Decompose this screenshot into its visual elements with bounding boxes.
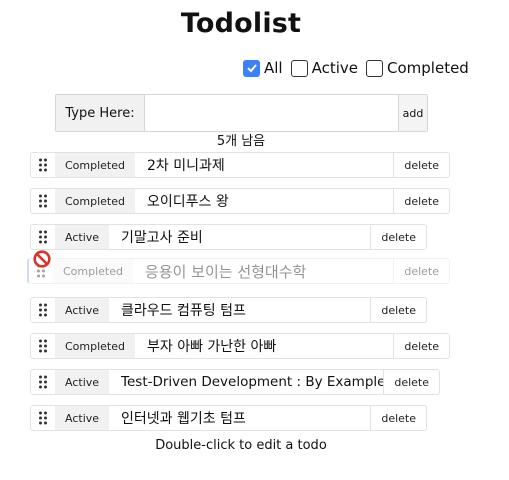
check-icon	[246, 64, 257, 73]
todo-text[interactable]: 기말고사 준비	[109, 227, 370, 247]
todo-status-toggle[interactable]: Active	[55, 406, 110, 430]
todo-status-toggle[interactable]: Completed	[53, 259, 133, 283]
todo-status-toggle[interactable]: Active	[55, 298, 110, 322]
new-todo-form: Type Here: add	[55, 94, 428, 132]
todo-item[interactable]: Active 클라우드 컴퓨팅 텀프 delete	[30, 297, 427, 323]
filter-all-checkbox[interactable]	[243, 59, 260, 77]
delete-button[interactable]: delete	[370, 406, 426, 430]
filter-active-label: Active	[311, 59, 359, 77]
todo-item-dragging[interactable]: Completed 응용이 보이는 선형대수학 delete	[27, 258, 450, 284]
todo-item[interactable]: Active 기말고사 준비 delete	[30, 224, 427, 250]
todo-item[interactable]: Active 인터넷과 웹기초 텀프 delete	[30, 405, 427, 431]
filter-completed-label: Completed	[387, 59, 469, 77]
filter-completed[interactable]: Completed	[366, 59, 469, 77]
todo-item[interactable]: Active Test-Driven Development : By Exam…	[30, 369, 440, 395]
filter-all-label: All	[264, 59, 283, 77]
todo-item[interactable]: Completed 오이디푸스 왕 delete	[30, 188, 450, 214]
no-drop-icon	[33, 250, 51, 268]
todo-text[interactable]: 응용이 보이는 선형대수학	[133, 261, 393, 282]
add-button[interactable]: add	[398, 95, 427, 131]
filter-active-checkbox[interactable]	[290, 59, 308, 77]
todo-status-toggle[interactable]: Completed	[55, 153, 135, 177]
filter-all[interactable]: All	[243, 59, 283, 77]
filter-active[interactable]: Active	[290, 59, 359, 77]
delete-button[interactable]: delete	[393, 153, 449, 177]
input-label: Type Here:	[56, 95, 145, 131]
todo-item[interactable]: Completed 2차 미니과제 delete	[30, 152, 450, 178]
app-title: Todolist	[180, 8, 302, 39]
drag-handle-icon[interactable]	[31, 153, 55, 177]
delete-button[interactable]: delete	[393, 259, 449, 283]
todo-status-toggle[interactable]: Completed	[55, 189, 135, 213]
todo-item[interactable]: Completed 부자 아빠 가난한 아빠 delete	[30, 333, 450, 359]
todo-text[interactable]: 인터넷과 웹기초 텀프	[109, 408, 370, 428]
drag-handle-icon[interactable]	[31, 370, 55, 394]
todo-status-toggle[interactable]: Completed	[55, 334, 135, 358]
delete-button[interactable]: delete	[370, 225, 426, 249]
drag-handle-icon[interactable]	[31, 225, 55, 249]
todo-text[interactable]: 부자 아빠 가난한 아빠	[135, 336, 393, 356]
delete-button[interactable]: delete	[393, 334, 449, 358]
drag-handle-icon[interactable]	[31, 406, 55, 430]
drag-handle-icon[interactable]	[31, 189, 55, 213]
todo-text[interactable]: 클라우드 컴퓨팅 텀프	[109, 300, 370, 320]
drag-handle-icon[interactable]	[31, 334, 55, 358]
drag-handle-icon[interactable]	[31, 298, 55, 322]
delete-button[interactable]: delete	[383, 370, 439, 394]
todo-status-toggle[interactable]: Active	[55, 370, 110, 394]
footer-hint: Double-click to edit a todo	[155, 438, 327, 453]
delete-button[interactable]: delete	[370, 298, 426, 322]
todo-text[interactable]: 2차 미니과제	[135, 155, 393, 175]
todo-text[interactable]: Test-Driven Development : By Example	[109, 374, 383, 390]
new-todo-input[interactable]	[145, 95, 398, 131]
filter-completed-checkbox[interactable]	[366, 59, 384, 77]
todo-status-toggle[interactable]: Active	[55, 225, 110, 249]
remaining-count: 5개 남음	[216, 134, 266, 149]
delete-button[interactable]: delete	[393, 189, 449, 213]
todo-text[interactable]: 오이디푸스 왕	[135, 191, 393, 211]
filter-group: All Active Completed	[243, 57, 477, 79]
